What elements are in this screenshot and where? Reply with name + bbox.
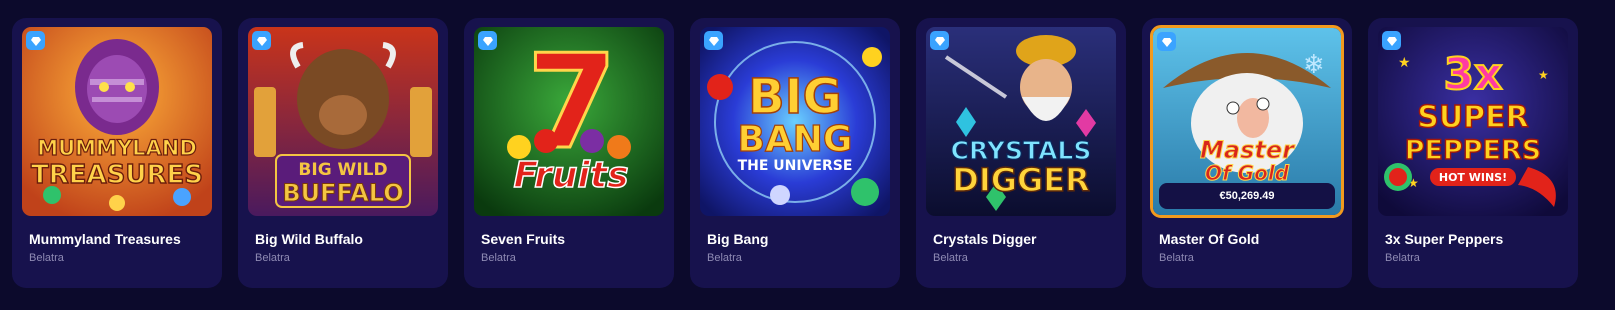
svg-text:★: ★ <box>1538 68 1549 82</box>
game-provider: Belatra <box>1385 252 1420 264</box>
art-line: BIG <box>748 69 842 125</box>
diamond-icon <box>704 31 723 50</box>
game-title[interactable]: Seven Fruits <box>481 231 565 247</box>
game-title[interactable]: Master Of Gold <box>1159 231 1259 247</box>
art-line: Of Gold <box>1205 161 1290 185</box>
game-card-crystals-digger[interactable]: CRYSTALS DIGGER Crystals Digger Belatra <box>916 18 1126 288</box>
art-line: Master <box>1200 136 1296 164</box>
game-card-mummyland-treasures[interactable]: MUMMYLAND TREASURES Mummyland Treasures … <box>12 18 222 288</box>
art-line: 3x <box>1444 49 1503 100</box>
diamond-icon <box>930 31 949 50</box>
art-line: TREASURES <box>31 160 203 190</box>
game-thumbnail[interactable]: MUMMYLAND TREASURES <box>22 27 212 216</box>
diamond-icon <box>26 31 45 50</box>
game-provider: Belatra <box>255 252 290 264</box>
game-card-master-of-gold[interactable]: ❄ Master Of Gold €50,269.49 Master Of Go… <box>1142 18 1352 288</box>
art-line: Fruits <box>514 155 629 196</box>
game-provider: Belatra <box>707 252 742 264</box>
diamond-icon <box>478 31 497 50</box>
game-provider: Belatra <box>29 252 64 264</box>
art-line: BIG WILD <box>298 160 387 180</box>
game-card-3x-super-peppers[interactable]: ★ ★ ★ 3x SUPER PEPPERS HOT WINS! 3x Supe… <box>1368 18 1578 288</box>
game-card-big-bang[interactable]: BIG BANG THE UNIVERSE Big Bang Belatra <box>690 18 900 288</box>
game-title[interactable]: Crystals Digger <box>933 231 1036 247</box>
game-card-big-wild-buffalo[interactable]: BIG WILD BUFFALO Big Wild Buffalo Belatr… <box>238 18 448 288</box>
art-line: BUFFALO <box>282 179 403 207</box>
game-thumbnail[interactable]: 7 Fruits <box>474 27 664 216</box>
game-card-seven-fruits[interactable]: 7 Fruits Seven Fruits Belatra <box>464 18 674 288</box>
game-grid: MUMMYLAND TREASURES Mummyland Treasures … <box>12 18 1578 288</box>
snowflake-icon: ❄ <box>1303 50 1325 80</box>
game-thumbnail[interactable]: BIG BANG THE UNIVERSE <box>700 27 890 216</box>
art-line: THE UNIVERSE <box>738 158 853 174</box>
diamond-icon <box>1382 31 1401 50</box>
svg-text:★: ★ <box>1398 55 1411 71</box>
diamond-icon <box>1157 32 1176 51</box>
art-line: HOT WINS! <box>1439 171 1507 184</box>
game-thumbnail[interactable]: CRYSTALS DIGGER <box>926 27 1116 216</box>
game-thumbnail[interactable]: BIG WILD BUFFALO <box>248 27 438 216</box>
game-title[interactable]: 3x Super Peppers <box>1385 231 1503 247</box>
diamond-icon <box>252 31 271 50</box>
game-provider: Belatra <box>933 252 968 264</box>
art-line: DIGGER <box>952 161 1090 199</box>
game-thumbnail[interactable]: ★ ★ ★ 3x SUPER PEPPERS HOT WINS! <box>1378 27 1568 216</box>
jackpot-amount: €50,269.49 <box>1159 183 1335 209</box>
art-line: PEPPERS <box>1405 135 1542 166</box>
game-thumbnail[interactable]: ❄ Master Of Gold €50,269.49 <box>1150 25 1344 218</box>
art-line: MUMMYLAND <box>37 136 197 160</box>
game-title[interactable]: Big Bang <box>707 231 768 247</box>
game-provider: Belatra <box>481 252 516 264</box>
game-title[interactable]: Big Wild Buffalo <box>255 231 363 247</box>
art-line: BANG <box>738 119 853 160</box>
game-provider: Belatra <box>1159 252 1194 264</box>
game-title[interactable]: Mummyland Treasures <box>29 231 181 247</box>
art-line: SUPER <box>1417 100 1529 135</box>
